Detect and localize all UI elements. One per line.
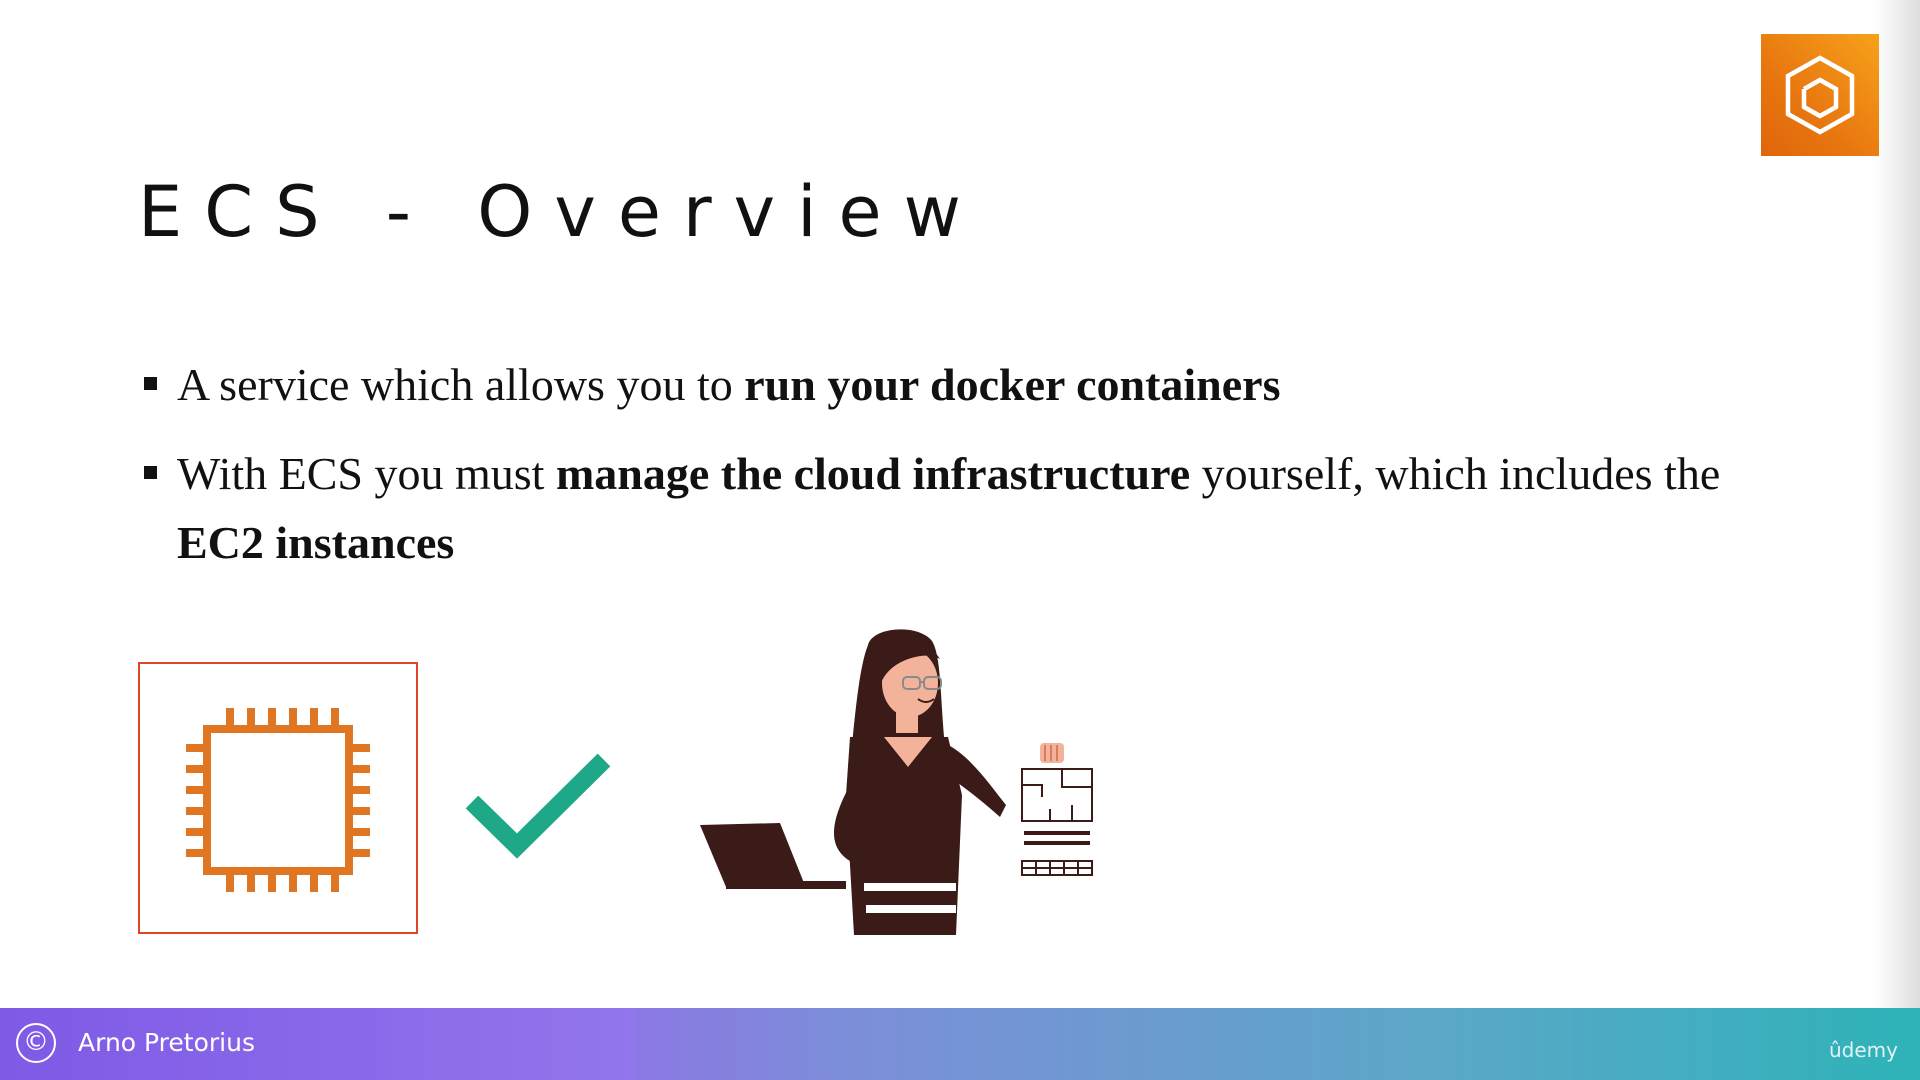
person-with-laptop-illustration xyxy=(700,629,1093,935)
page-title: ECS - Overview xyxy=(138,171,983,253)
bullet-emphasis: EC2 instances xyxy=(177,517,455,568)
udemy-logo: ûdemy xyxy=(1829,1038,1898,1062)
checkmark-icon xyxy=(465,753,611,859)
bullet-emphasis: manage the cloud infrastructure xyxy=(555,448,1191,499)
bullet-list: A service which allows you to run your d… xyxy=(142,350,1802,597)
bullet-item: With ECS you must manage the cloud infra… xyxy=(142,439,1802,577)
author-name: Arno Pretorius xyxy=(78,1028,255,1057)
bullet-emphasis: run your docker containers xyxy=(744,359,1281,410)
ec2-instance-chip-icon xyxy=(186,708,370,892)
square-bullet-icon xyxy=(144,377,157,390)
slide: ECS - Overview A service which allows yo… xyxy=(0,0,1920,1080)
ecs-service-icon xyxy=(1761,34,1879,156)
footer-bar: © Arno Pretorius ûdemy xyxy=(0,1008,1920,1080)
bullet-text: With ECS you must xyxy=(177,448,556,499)
bullet-text: A service which allows you to xyxy=(177,359,745,410)
square-bullet-icon xyxy=(144,466,157,479)
copyright-icon: © xyxy=(16,1023,56,1063)
footer-author-panel: © Arno Pretorius xyxy=(0,1008,636,1080)
bullet-text: yourself, which includes the xyxy=(1190,448,1721,499)
ec2-chip-box xyxy=(138,662,418,934)
bullet-item: A service which allows you to run your d… xyxy=(142,350,1802,419)
right-edge-shadow xyxy=(1875,0,1920,1008)
